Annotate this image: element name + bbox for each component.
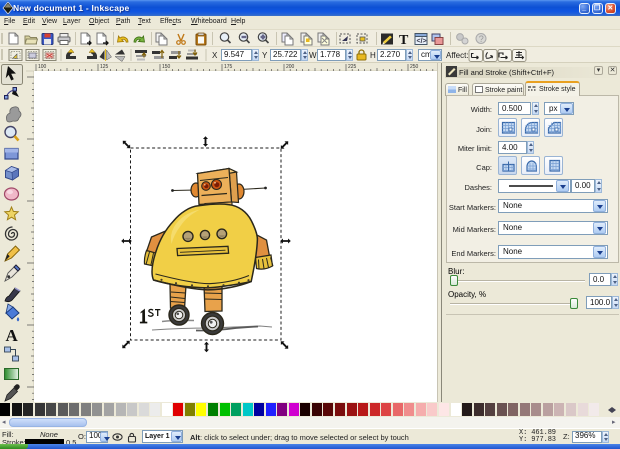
svg-text:?: ? [479, 34, 484, 44]
svg-text:150: 150 [162, 64, 171, 70]
svg-text:125: 125 [100, 64, 109, 70]
svg-text:200: 200 [286, 64, 295, 70]
svg-text:100: 100 [38, 64, 47, 70]
svg-text:225: 225 [348, 64, 357, 70]
svg-text:</>: </> [417, 38, 427, 45]
svg-text:T: T [399, 33, 409, 47]
svg-text:175: 175 [224, 64, 233, 70]
svg-text:A: A [6, 326, 19, 345]
svg-text:250: 250 [410, 64, 419, 70]
